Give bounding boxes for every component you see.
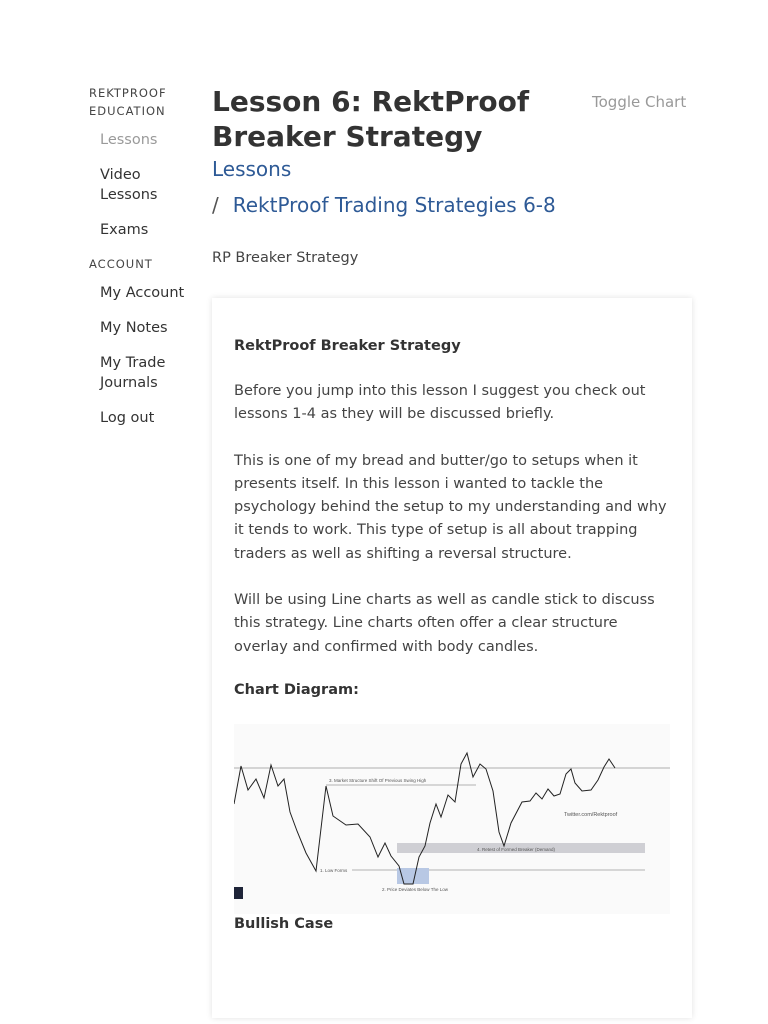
sidebar-item-exams[interactable]: Exams [100, 220, 189, 240]
paragraph-line-charts: Will be using Line charts as well as can… [234, 592, 655, 655]
page-title: Lesson 6: RektProof Breaker Strategy [212, 85, 530, 153]
sidebar-section-education: REKTPROOF EDUCATION [89, 86, 167, 118]
breadcrumb-strategies-link[interactable]: RektProof Trading Strategies 6-8 [233, 193, 556, 217]
annotation-market-structure-shift: 3. Market Structure Shift Of Previous Sw… [329, 778, 427, 783]
content-heading: RektProof Breaker Strategy [234, 338, 461, 354]
paragraph-intro: Before you jump into this lesson I sugge… [234, 383, 646, 423]
chart-diagram-image: 3. Market Structure Shift Of Previous Sw… [234, 723, 670, 914]
toggle-chart-button[interactable]: Toggle Chart [592, 93, 686, 111]
sidebar-item-log-out[interactable]: Log out [100, 408, 189, 428]
sidebar-item-my-trade-journals[interactable]: My Trade Journals [100, 353, 189, 393]
account-nav: My Account My Notes My Trade Journals Lo… [100, 283, 189, 428]
chart-heading: Chart Diagram: [234, 681, 359, 698]
annotation-low-forms: 1. Low Forms [320, 868, 348, 873]
lesson-content-card: RektProof Breaker Strategy Before you ju… [212, 298, 692, 1018]
breadcrumb-separator: / [212, 193, 219, 217]
breadcrumb-lessons-link[interactable]: Lessons [212, 154, 692, 184]
sidebar-item-lessons[interactable]: Lessons [100, 130, 189, 150]
bullish-case-heading: Bullish Case [234, 915, 334, 932]
sidebar-item-my-notes[interactable]: My Notes [100, 318, 189, 338]
chart-logo-icon [234, 886, 243, 899]
paragraph-setup: This is one of my bread and butter/go to… [234, 452, 667, 562]
education-nav: Lessons Video Lessons Exams [100, 130, 189, 240]
sidebar-section-account: ACCOUNT [89, 257, 153, 271]
sidebar-item-video-lessons[interactable]: Video Lessons [100, 165, 189, 205]
breadcrumb: / RektProof Trading Strategies 6-8 [212, 190, 692, 220]
annotation-price-deviates: 2. Price Deviates Below The Low [382, 887, 449, 892]
annotation-retest-breaker: 4. Retest of Formed Breaker (Demand) [477, 847, 556, 852]
lesson-header: Lesson 6: RektProof Breaker Strategy Tog… [212, 84, 692, 266]
price-line [234, 751, 616, 885]
annotation-twitter: Twitter.com/Rektproof [564, 812, 618, 818]
sidebar: REKTPROOF EDUCATION Lessons Video Lesson… [89, 84, 189, 443]
sidebar-item-my-account[interactable]: My Account [100, 283, 189, 303]
lesson-subtitle: RP Breaker Strategy [212, 250, 359, 266]
